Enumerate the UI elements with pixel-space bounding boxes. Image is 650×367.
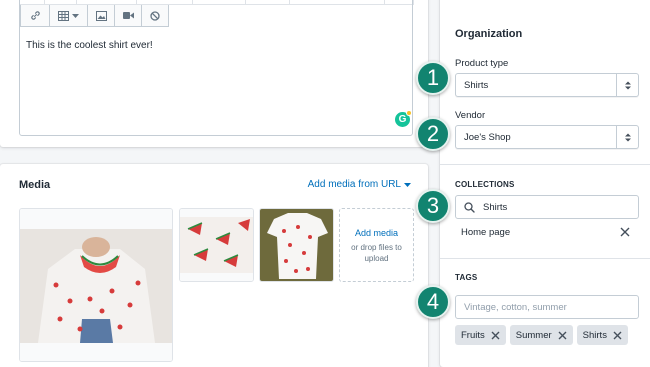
media-thumbnail-main[interactable] bbox=[19, 208, 173, 362]
editor-toolbar bbox=[20, 5, 169, 27]
divider bbox=[440, 164, 650, 165]
media-thumbnail-2[interactable] bbox=[179, 208, 254, 282]
image-icon[interactable] bbox=[88, 5, 115, 27]
add-media-from-url-label: Add media from URL bbox=[307, 179, 401, 190]
media-title: Media bbox=[19, 179, 51, 191]
shirt-photo-model bbox=[20, 209, 172, 361]
collections-search-input[interactable]: Shirts bbox=[455, 195, 639, 219]
tag-shirts: Shirts bbox=[576, 325, 628, 345]
add-media-dropzone[interactable]: Add media or drop files to upload bbox=[339, 208, 414, 282]
collection-item: Home page bbox=[461, 227, 511, 238]
vendor-value: Joe's Shop bbox=[464, 132, 511, 143]
shirt-flatlay-photo bbox=[260, 209, 333, 281]
product-type-select[interactable]: Shirts bbox=[455, 73, 639, 97]
link-icon[interactable] bbox=[20, 5, 50, 27]
remove-tag-icon[interactable] bbox=[558, 331, 567, 340]
callout-badge-4: 4 bbox=[416, 285, 450, 319]
tag-list: Fruits Summer Shirts bbox=[455, 325, 628, 345]
shirt-closeup-photo bbox=[180, 209, 253, 281]
editor-body-text[interactable]: This is the coolest shirt ever! bbox=[26, 40, 153, 51]
remove-collection-icon[interactable] bbox=[620, 227, 630, 240]
grammarly-icon[interactable]: G bbox=[395, 110, 412, 127]
collections-heading: COLLECTIONS bbox=[455, 180, 515, 189]
callout-badge-3: 3 bbox=[416, 189, 450, 223]
remove-tag-icon[interactable] bbox=[491, 331, 500, 340]
callout-badge-2: 2 bbox=[416, 117, 450, 151]
remove-tag-icon[interactable] bbox=[613, 331, 622, 340]
tags-input[interactable]: Vintage, cotton, summer bbox=[455, 295, 639, 319]
organization-title: Organization bbox=[455, 28, 523, 40]
tag-fruits: Fruits bbox=[455, 325, 506, 345]
rich-text-editor[interactable]: This is the coolest shirt ever! G bbox=[19, 0, 414, 136]
search-icon bbox=[464, 202, 475, 216]
tags-heading: TAGS bbox=[455, 273, 478, 282]
tag-summer: Summer bbox=[509, 325, 573, 345]
organization-card: Organization Product type Shirts Vendor … bbox=[440, 0, 650, 367]
table-icon[interactable] bbox=[50, 5, 88, 27]
select-arrows-icon bbox=[616, 74, 638, 96]
tags-placeholder: Vintage, cotton, summer bbox=[464, 302, 567, 313]
add-media-from-url-link[interactable]: Add media from URL bbox=[308, 179, 411, 190]
block-icon[interactable] bbox=[142, 5, 169, 27]
media-card: Media Add media from URL Add media or dr… bbox=[0, 164, 428, 367]
product-type-value: Shirts bbox=[464, 80, 489, 91]
product-type-label: Product type bbox=[455, 58, 509, 69]
callout-badge-1: 1 bbox=[416, 61, 450, 95]
add-media-label[interactable]: Add media bbox=[340, 228, 413, 238]
divider bbox=[440, 258, 650, 259]
select-arrows-icon bbox=[616, 126, 638, 148]
tag-label: Shirts bbox=[582, 329, 607, 341]
vendor-label: Vendor bbox=[455, 110, 486, 121]
tag-label: Summer bbox=[515, 329, 552, 341]
tag-label: Fruits bbox=[461, 329, 485, 341]
description-card: This is the coolest shirt ever! G bbox=[0, 0, 428, 147]
caret-down-icon bbox=[404, 182, 411, 187]
video-icon[interactable] bbox=[115, 5, 142, 27]
collections-search-value: Shirts bbox=[483, 202, 508, 213]
vendor-select[interactable]: Joe's Shop bbox=[455, 125, 639, 149]
media-thumbnail-3[interactable] bbox=[259, 208, 334, 282]
add-media-hint: or drop files to upload bbox=[351, 243, 402, 263]
